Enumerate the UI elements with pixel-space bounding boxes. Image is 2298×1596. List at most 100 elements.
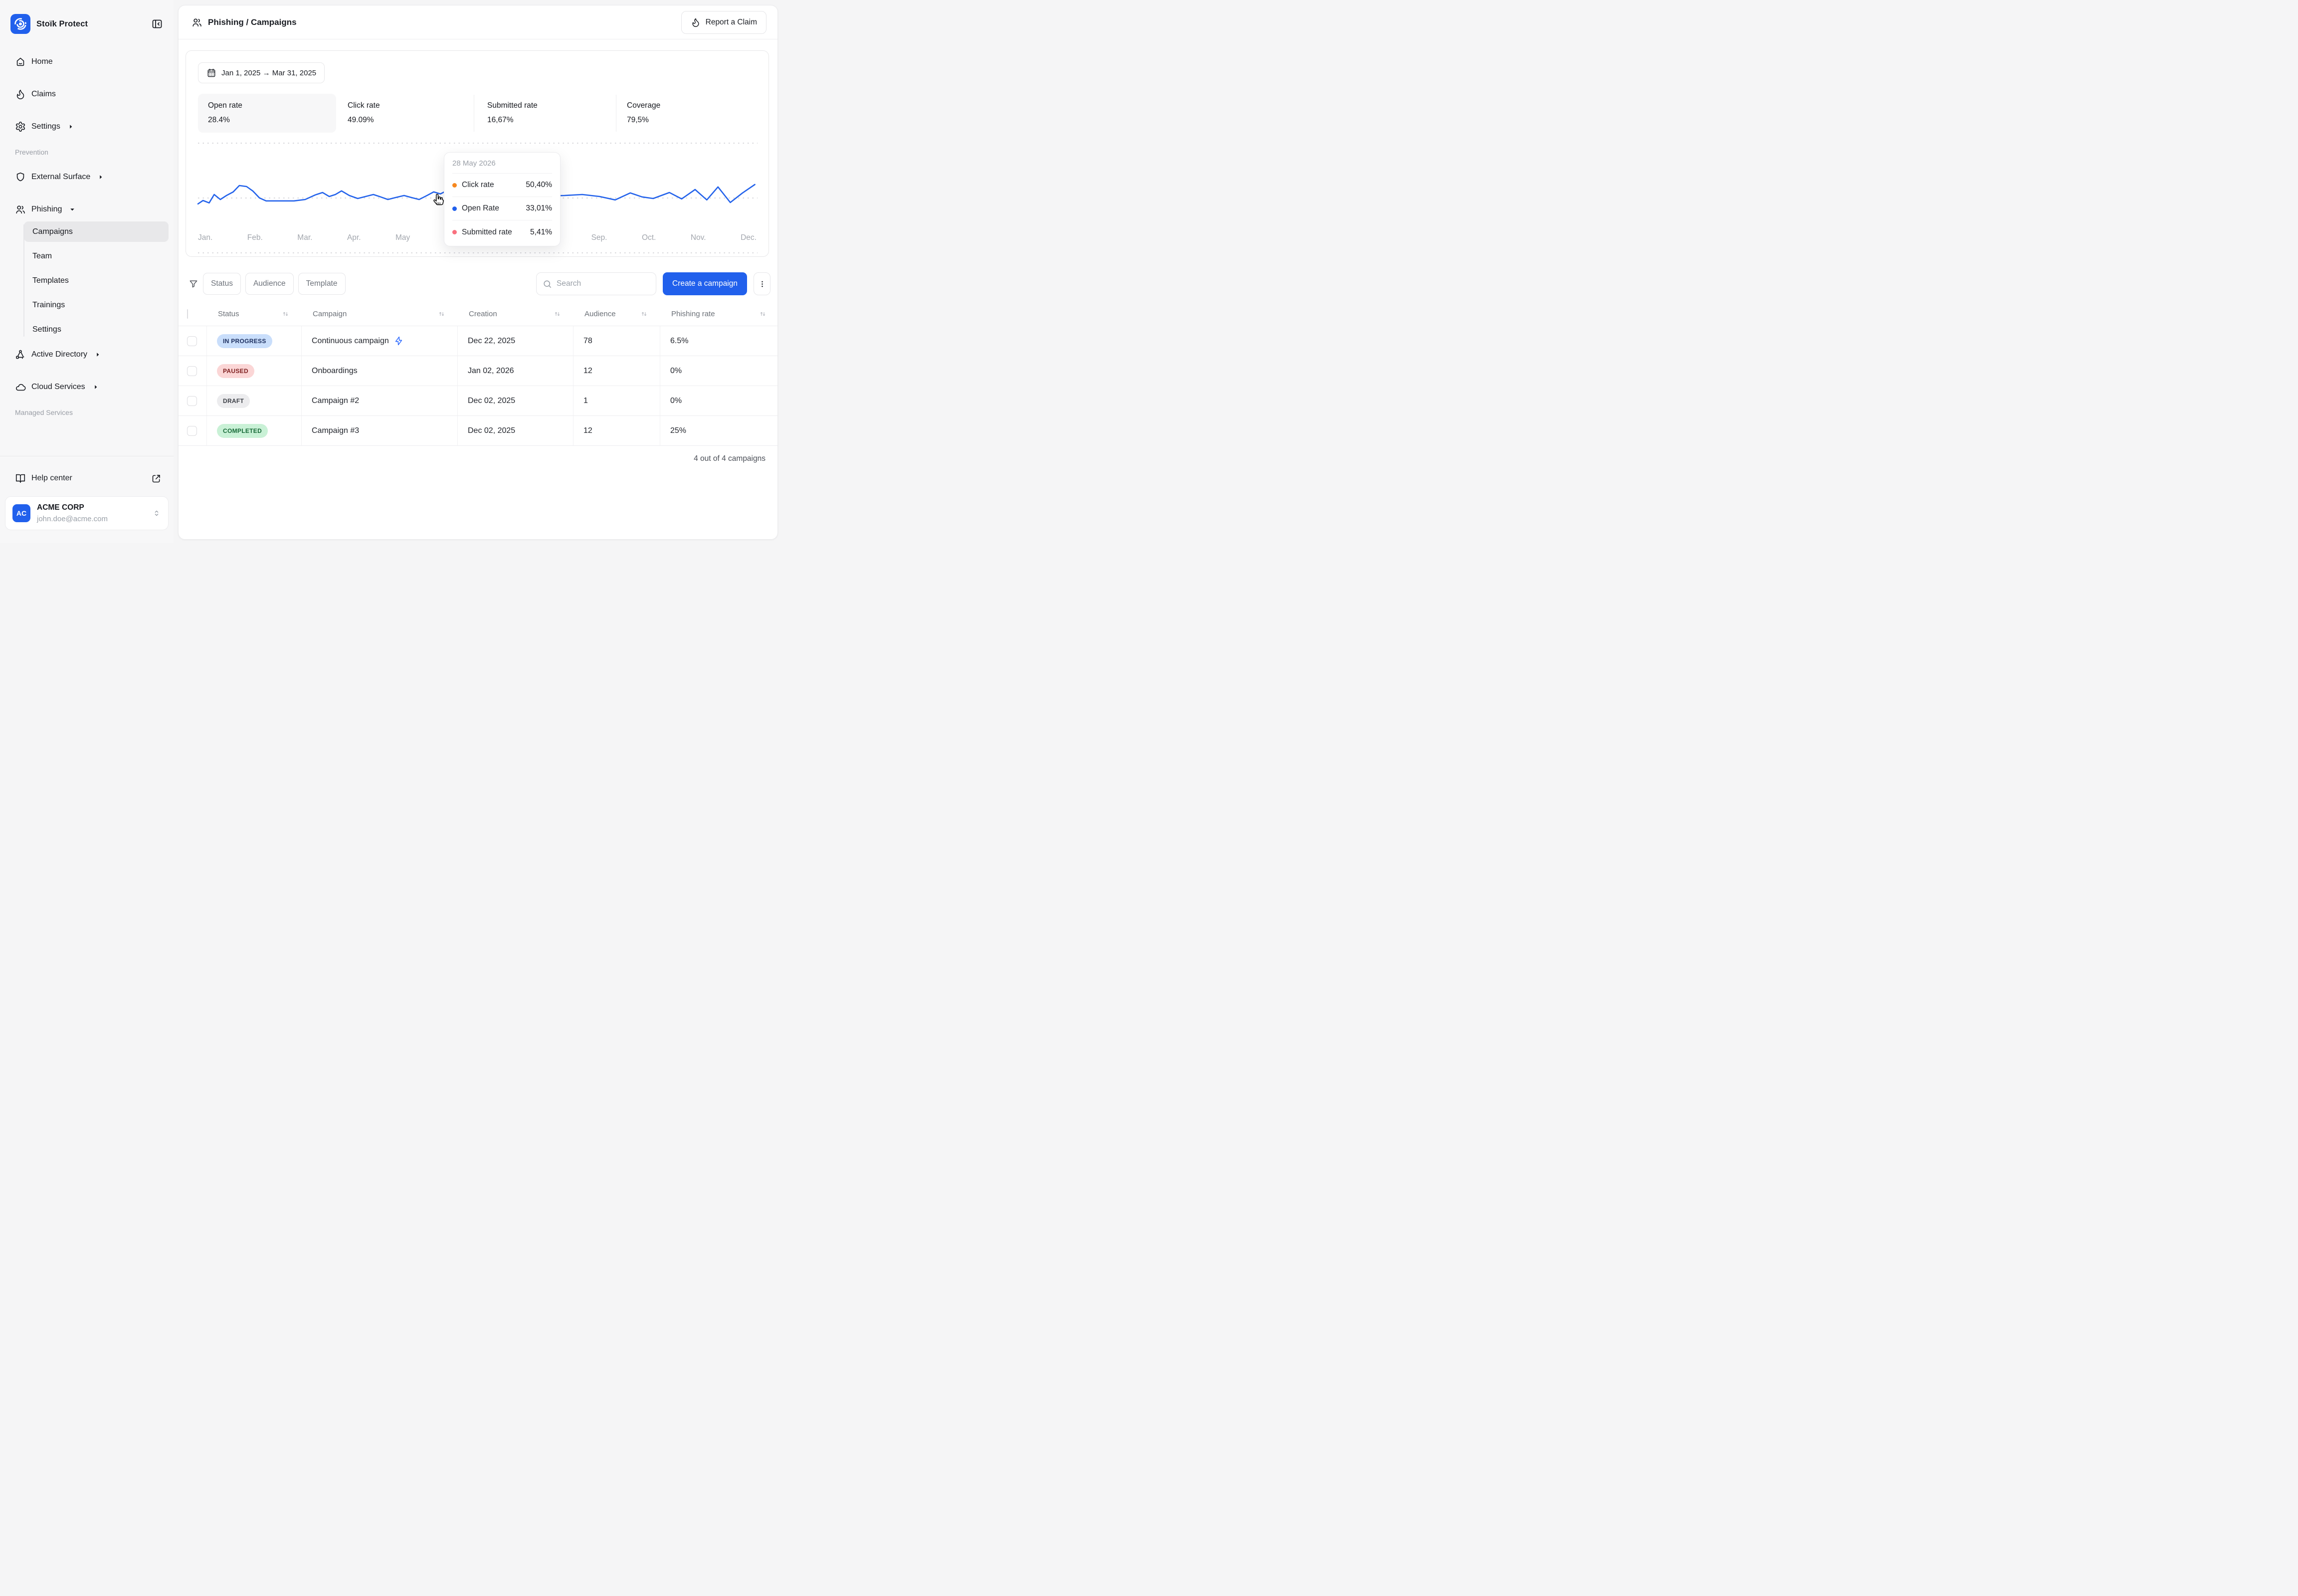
search-input[interactable] — [557, 279, 650, 288]
sidebar-item-team[interactable]: Team — [24, 246, 169, 266]
x-axis-label: Sep. — [591, 233, 607, 242]
table-row[interactable]: COMPLETED Campaign #3 Dec 02, 20251225% — [179, 416, 778, 446]
table-row[interactable]: PAUSEDOnboardingsJan 02, 2026120% — [179, 356, 778, 386]
create-campaign-button[interactable]: Create a campaign — [663, 272, 747, 295]
sidebar-item-label: External Surface — [31, 173, 90, 182]
table-body: IN PROGRESS Continuous campaign Dec 22, 20… — [179, 326, 778, 446]
sort-icon[interactable] — [759, 310, 766, 318]
audience-count: 12 — [573, 416, 660, 445]
users-icon — [192, 17, 202, 28]
filter-button-audience[interactable]: Audience — [245, 273, 294, 295]
tooltip-series-value: 5,41% — [530, 228, 552, 237]
external-link-icon[interactable] — [151, 473, 162, 484]
tooltip-row: Open Rate33,01% — [452, 197, 552, 220]
status-badge: DRAFT — [217, 394, 250, 408]
tooltip-rows: Click rate50,40%Open Rate33,01%Submitted… — [452, 174, 552, 244]
chevron-right-icon — [97, 174, 104, 181]
status-badge: PAUSED — [217, 364, 254, 378]
status-badge: COMPLETED — [217, 424, 268, 438]
sidebar-item-trainings[interactable]: Trainings — [24, 295, 169, 315]
creation-date: Dec 02, 2025 — [457, 386, 573, 415]
sidebar-item-home[interactable]: Home — [0, 51, 174, 73]
sidebar-item-active-directory[interactable]: Active Directory — [0, 344, 174, 366]
sidebar: Stoïk Protect Home Claims — [0, 0, 174, 543]
home-icon — [15, 56, 26, 67]
filter-button-status[interactable]: Status — [203, 273, 241, 295]
help-center-label: Help center — [31, 474, 72, 483]
sidebar-item-templates[interactable]: Templates — [24, 270, 169, 291]
status-badge: IN PROGRESS — [217, 334, 272, 348]
filter-button-template[interactable]: Template — [298, 273, 346, 295]
campaign-name[interactable]: Campaign #2 — [312, 397, 359, 405]
chevron-right-icon — [92, 384, 99, 391]
tooltip-row: Click rate 50,40% — [452, 174, 552, 197]
cursor-pointer-icon — [431, 192, 446, 208]
subnav-label: Trainings — [32, 301, 65, 310]
sidebar-item-claims[interactable]: Claims — [0, 83, 174, 105]
sidebar-item-external-surface[interactable]: External Surface — [0, 166, 174, 188]
help-center-link[interactable]: Help center — [0, 467, 174, 489]
subnav-label: Campaigns — [32, 227, 73, 236]
kebab-menu-button[interactable] — [754, 272, 770, 295]
sidebar-item-label: Phishing — [31, 205, 62, 214]
sidebar-item-campaigns[interactable]: Campaigns — [24, 221, 169, 242]
campaign-name[interactable]: Onboardings — [312, 367, 358, 376]
table-row[interactable]: IN PROGRESS Continuous campaign Dec 22, 20… — [179, 326, 778, 356]
report-claim-label: Report a Claim — [706, 18, 757, 27]
series-dot-icon — [452, 183, 457, 188]
sidebar-item-cloud-services[interactable]: Cloud Services — [0, 376, 174, 398]
search-icon — [543, 279, 552, 289]
tooltip-series-value: 50,40% — [526, 181, 552, 190]
audience-count: 12 — [573, 356, 660, 386]
sort-icon[interactable] — [438, 310, 445, 318]
network-nodes-icon — [15, 349, 26, 360]
sort-icon[interactable] — [640, 310, 648, 318]
select-all-checkbox[interactable] — [187, 309, 188, 319]
stoik-logo-icon — [10, 14, 30, 34]
row-checkbox[interactable] — [187, 426, 197, 436]
x-axis-label: Jan. — [198, 233, 212, 242]
phishing-rate: 25% — [660, 416, 778, 445]
chart-tooltip: 28 May 2026 Click rate50,40%Open Rate33,… — [444, 152, 561, 246]
page-title: Phishing / Campaigns — [208, 17, 297, 27]
column-header-campaign: Campaign — [313, 310, 347, 318]
row-checkbox[interactable] — [187, 396, 197, 406]
shield-icon — [15, 172, 26, 183]
chevron-right-icon — [94, 351, 101, 358]
creation-date: Dec 02, 2025 — [457, 416, 573, 445]
sort-icon[interactable] — [282, 310, 289, 318]
row-checkbox[interactable] — [187, 366, 197, 376]
report-claim-button[interactable]: Report a Claim — [681, 11, 766, 34]
x-axis-label: Oct. — [642, 233, 656, 242]
sort-icon[interactable] — [554, 310, 561, 318]
creation-date: Dec 22, 2025 — [457, 326, 573, 356]
sidebar-item-settings[interactable]: Settings — [0, 116, 174, 138]
sidebar-item-label: Settings — [31, 122, 60, 131]
brand-row: Stoïk Protect — [0, 0, 174, 34]
row-checkbox[interactable] — [187, 336, 197, 346]
sidebar-collapse-icon[interactable] — [151, 18, 163, 30]
tooltip-series-label: Click rate — [462, 181, 494, 190]
phishing-rate: 0% — [660, 386, 778, 415]
sidebar-footer: Help center AC ACME CORP john.doe@acme.c… — [0, 456, 174, 543]
flame-icon — [15, 89, 26, 100]
campaign-name[interactable]: Continuous campaign — [312, 337, 389, 346]
campaign-stats-panel: Jan 1, 2025 → Mar 31, 2025 Open rate 28.… — [186, 50, 769, 257]
x-axis-label: Feb. — [247, 233, 263, 242]
x-axis-label: Nov. — [691, 233, 706, 242]
tooltip-series-label: Open Rate — [462, 204, 499, 213]
org-switcher[interactable]: AC ACME CORP john.doe@acme.com — [5, 496, 169, 530]
x-axis-label: Mar. — [297, 233, 312, 242]
gear-icon — [15, 121, 26, 132]
table-row-count: 4 out of 4 campaigns — [179, 446, 778, 463]
brand-name: Stoïk Protect — [36, 19, 88, 29]
table-row[interactable]: DRAFT Campaign #2 Dec 02, 202510% — [179, 386, 778, 416]
book-icon — [15, 473, 26, 484]
campaign-name[interactable]: Campaign #3 — [312, 426, 359, 435]
section-label-managed-services: Managed Services — [0, 408, 174, 416]
sidebar-item-phishing-settings[interactable]: Settings — [24, 319, 169, 340]
x-axis-label: Apr. — [347, 233, 361, 242]
column-header-status: Status — [218, 310, 239, 318]
sidebar-item-phishing[interactable]: Phishing — [0, 199, 174, 220]
audience-count: 1 — [573, 386, 660, 415]
